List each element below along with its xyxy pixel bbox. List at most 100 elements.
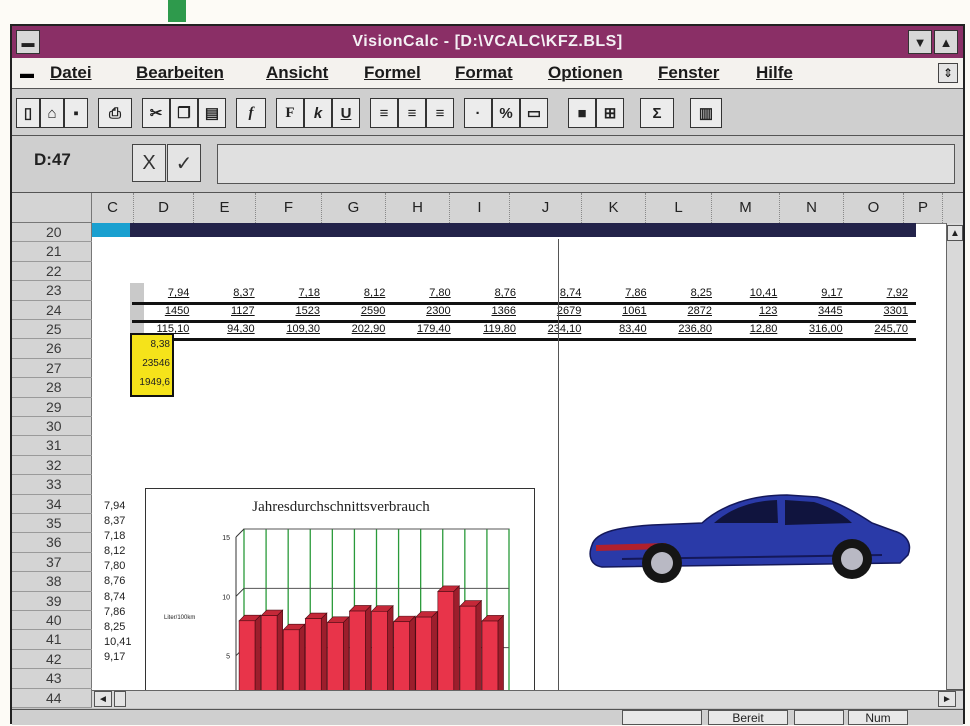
column-header-j[interactable]: J xyxy=(510,193,582,223)
system-menu-button[interactable]: ▬ xyxy=(16,30,40,54)
row-header-42[interactable]: 42 xyxy=(12,650,92,670)
row-header-31[interactable]: 31 xyxy=(12,436,92,456)
spreadsheet-grid[interactable]: CDEFGHIJKLMNOP 20 21 22 23 24 25 26 27 28 29 30 31 3… xyxy=(12,193,963,708)
table-cell[interactable]: 7,18 xyxy=(263,286,320,301)
table-cell[interactable]: 8,25 xyxy=(655,286,712,301)
scroll-right-icon[interactable]: ► xyxy=(938,691,956,707)
row-header-33[interactable]: 33 xyxy=(12,475,92,495)
column-header-n[interactable]: N xyxy=(780,193,844,223)
table-cell[interactable]: 3445 xyxy=(785,304,842,319)
doc-menu-icon[interactable]: ▬ xyxy=(20,65,36,81)
row-header-29[interactable]: 29 xyxy=(12,398,92,417)
table-cell[interactable]: 245,70 xyxy=(851,322,908,337)
row-header-30[interactable]: 30 xyxy=(12,417,92,437)
table-cell[interactable]: 8,76 xyxy=(459,286,516,301)
chart-icon[interactable]: ▥ xyxy=(690,98,722,128)
row-header-43[interactable]: 43 xyxy=(12,669,92,689)
bold-button[interactable]: F xyxy=(276,98,304,128)
underline-button[interactable]: U xyxy=(332,98,360,128)
row-header-23[interactable]: 23 xyxy=(12,281,92,301)
table-cell[interactable]: 2872 xyxy=(655,304,712,319)
table-cell[interactable]: 7,92 xyxy=(851,286,908,301)
column-header-k[interactable]: K xyxy=(582,193,646,223)
new-file-icon[interactable]: ▯ xyxy=(16,98,40,128)
scroll-left-icon[interactable]: ◄ xyxy=(94,691,112,707)
table-cell[interactable]: 1127 xyxy=(197,304,255,319)
table-cell[interactable]: 8,12 xyxy=(328,286,385,301)
column-header-d[interactable]: D xyxy=(134,193,194,223)
border-icon[interactable]: ⊞ xyxy=(596,98,624,128)
table-cell[interactable]: 123 xyxy=(720,304,777,319)
table-cell[interactable]: 1061 xyxy=(589,304,646,319)
copy-icon[interactable]: ❐ xyxy=(170,98,198,128)
percent-button[interactable]: % xyxy=(492,98,520,128)
table-cell[interactable]: 1523 xyxy=(263,304,320,319)
table-cell[interactable]: 109,30 xyxy=(263,322,320,337)
column-header-g[interactable]: G xyxy=(322,193,386,223)
table-cell[interactable]: 236,80 xyxy=(655,322,712,337)
table-cell[interactable]: 1450 xyxy=(132,304,189,319)
formula-input[interactable] xyxy=(217,144,955,184)
row-header-28[interactable]: 28 xyxy=(12,378,92,398)
data-row-23[interactable]: 1450 1127 1523 2590 2300 1366 2679 1061 2872 123 3… xyxy=(132,304,916,319)
table-cell[interactable]: 2300 xyxy=(393,304,450,319)
row-20-cell-c[interactable] xyxy=(92,223,130,237)
row-header-44[interactable]: 44 xyxy=(12,689,92,708)
row-header-35[interactable]: 35 xyxy=(12,514,92,534)
scroll-thumb[interactable] xyxy=(114,691,126,707)
column-header-f[interactable]: F xyxy=(256,193,322,223)
save-icon[interactable]: ▪ xyxy=(64,98,88,128)
row-header-22[interactable]: 22 xyxy=(12,262,92,282)
column-header-l[interactable]: L xyxy=(646,193,712,223)
row-header-37[interactable]: 37 xyxy=(12,553,92,573)
table-cell[interactable]: 1366 xyxy=(459,304,516,319)
menu-formel[interactable]: Formel xyxy=(364,58,421,88)
data-row-22[interactable]: 7,94 8,37 7,18 8,12 7,80 8,76 8,74 7,86 8,25 10,4… xyxy=(132,286,916,301)
table-cell[interactable]: 2679 xyxy=(524,304,581,319)
paste-icon[interactable]: ▤ xyxy=(198,98,226,128)
restore-doc-icon[interactable]: ⇕ xyxy=(938,63,958,83)
row-header-27[interactable]: 27 xyxy=(12,359,92,379)
column-header-p[interactable]: P xyxy=(904,193,943,223)
function-button[interactable]: f xyxy=(236,98,266,128)
horizontal-scrollbar[interactable]: ◄ ► xyxy=(92,690,963,708)
table-cell[interactable]: 83,40 xyxy=(589,322,647,337)
summary-cells[interactable]: 8,38 23546 1949,6 xyxy=(130,333,174,397)
menu-hilfe[interactable]: Hilfe xyxy=(756,58,793,88)
menu-bearbeiten[interactable]: Bearbeiten xyxy=(136,58,224,88)
row-header-21[interactable]: 21 xyxy=(12,242,92,262)
cancel-button[interactable]: X xyxy=(132,144,166,182)
table-cell[interactable]: 119,80 xyxy=(459,322,516,337)
column-header-o[interactable]: O xyxy=(844,193,904,223)
table-cell[interactable]: 8,37 xyxy=(197,286,254,301)
confirm-button[interactable]: ✓ xyxy=(167,144,201,182)
vertical-scrollbar[interactable]: ▲ ▼ xyxy=(946,223,963,708)
table-cell[interactable]: 12,80 xyxy=(720,322,778,337)
row-header-40[interactable]: 40 xyxy=(12,611,92,631)
table-cell[interactable]: 94,30 xyxy=(197,322,255,337)
table-cell[interactable]: 3301 xyxy=(851,304,908,319)
row-header-41[interactable]: 41 xyxy=(12,630,92,650)
frozen-pane-divider[interactable] xyxy=(558,239,559,708)
row-header-39[interactable]: 39 xyxy=(12,592,92,611)
column-header-h[interactable]: H xyxy=(386,193,450,223)
table-cell[interactable]: 2590 xyxy=(328,304,385,319)
print-icon[interactable]: ⎙ xyxy=(98,98,132,128)
align-center-icon[interactable]: ≡ xyxy=(398,98,426,128)
currency-icon[interactable]: ▭ xyxy=(520,98,548,128)
car-image[interactable] xyxy=(582,483,912,593)
row-header-24[interactable]: 24 xyxy=(12,301,92,320)
row-header-26[interactable]: 26 xyxy=(12,339,92,359)
italic-button[interactable]: k xyxy=(304,98,332,128)
row-header-36[interactable]: 36 xyxy=(12,533,92,553)
column-header-m[interactable]: M xyxy=(712,193,780,223)
data-row-24[interactable]: 115,10 94,30 109,30 202,90 179,40 119,80 234,1… xyxy=(132,322,916,337)
row-header-20[interactable]: 20 xyxy=(12,223,92,243)
table-cell[interactable]: 8,74 xyxy=(524,286,581,301)
table-cell[interactable]: 316,00 xyxy=(785,322,843,337)
table-cell[interactable]: 10,41 xyxy=(720,286,778,301)
row-header-38[interactable]: 38 xyxy=(12,572,92,592)
row-header-34[interactable]: 34 xyxy=(12,495,92,514)
menu-datei[interactable]: Datei xyxy=(50,58,92,88)
sum-button[interactable]: Σ xyxy=(640,98,674,128)
